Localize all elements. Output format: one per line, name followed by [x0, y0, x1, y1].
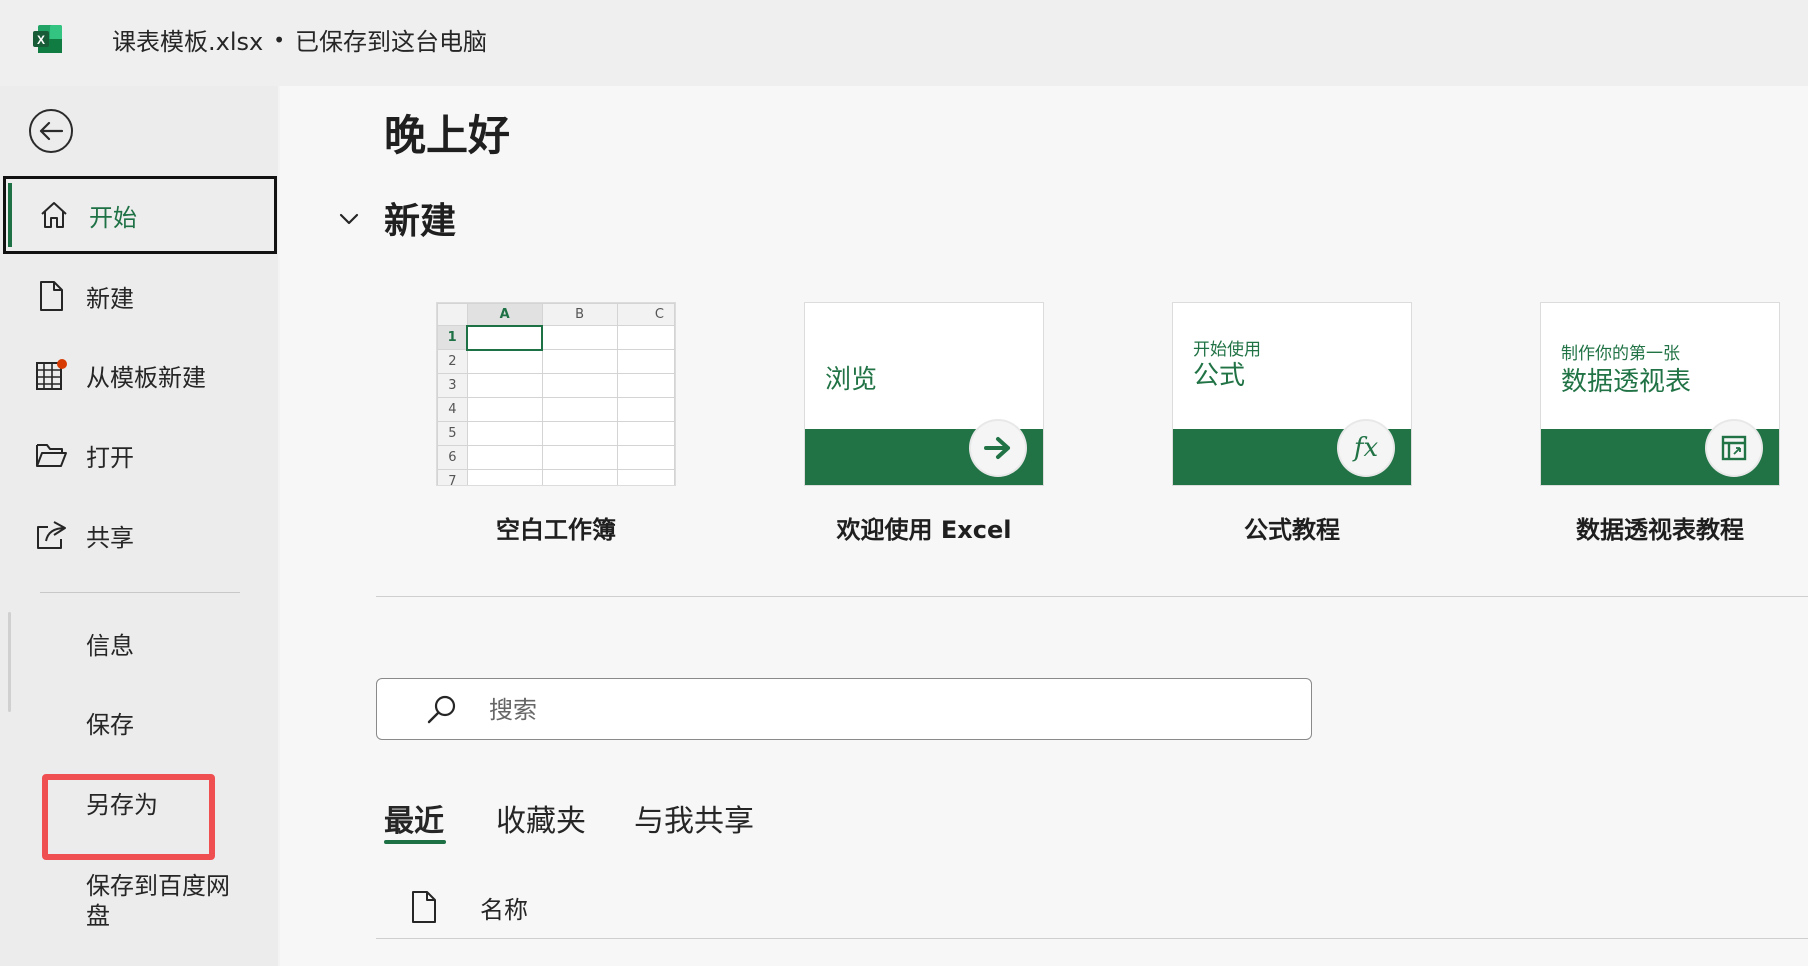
back-arrow-icon: [39, 121, 64, 141]
sidebar-divider: [40, 592, 240, 593]
grid-cell: [466, 373, 543, 398]
sidebar-item-save[interactable]: 保存: [86, 710, 134, 740]
template-thumbnail: 浏览: [804, 302, 1044, 486]
new-document-icon: [34, 279, 68, 313]
sidebar-item-save-to-baidu[interactable]: 保存到百度网盘: [86, 871, 246, 931]
nav-item-share[interactable]: 共享: [0, 496, 278, 574]
row-header: 7: [437, 469, 468, 485]
grid-cell: [541, 445, 618, 470]
grid-cell: [616, 397, 675, 422]
thumbnail-text: 浏览: [825, 365, 878, 395]
grid-cell: [616, 325, 675, 350]
nav-item-label: 开始: [89, 203, 137, 232]
file-type-icon: [412, 891, 436, 923]
fx-icon: fx: [1339, 421, 1393, 475]
grid-cell: [541, 373, 618, 398]
template-caption: 数据透视表教程: [1576, 516, 1744, 544]
excel-logo-icon: X: [33, 25, 62, 53]
template-welcome-excel[interactable]: 浏览 欢迎使用 Excel: [804, 302, 1044, 545]
template-formula-tutorial[interactable]: 开始使用 公式 fx 公式教程: [1172, 302, 1412, 545]
save-status: 已保存到这台电脑: [295, 28, 488, 56]
grid-cell: [616, 373, 675, 398]
back-button[interactable]: [29, 109, 73, 153]
nav-item-label: 共享: [86, 523, 134, 552]
grid-cell: [616, 445, 675, 470]
grid-cell: [541, 421, 618, 446]
nav-item-new[interactable]: 新建: [0, 257, 278, 335]
thumbnail-text: 数据透视表: [1561, 367, 1692, 397]
share-icon: [34, 518, 68, 552]
highlight-annotation: [42, 774, 215, 860]
nav-item-open[interactable]: 打开: [0, 416, 278, 494]
grid-cell: [541, 469, 618, 485]
grid-cell: [541, 397, 618, 422]
grid-corner: [437, 303, 468, 326]
nav-item-label: 打开: [86, 443, 134, 472]
template-thumbnail: A B C 1 2 3 4 5 6 7: [436, 302, 676, 486]
grid-cell: [541, 325, 618, 350]
nav-item-from-template[interactable]: 从模板新建: [0, 336, 278, 414]
nav-item-label: 从模板新建: [86, 363, 206, 392]
pivot-table-icon: [1707, 421, 1761, 475]
main-panel: 晚上好 新建 A B C 1 2 3 4 5 6 7 空白工作簿 浏览 欢迎使用…: [280, 86, 1808, 966]
folder-open-icon: [34, 438, 68, 472]
grid-cell: [466, 397, 543, 422]
row-header: 6: [437, 445, 468, 470]
sidebar-scrollbar[interactable]: [8, 612, 11, 712]
list-header-divider: [376, 938, 1808, 939]
grid-cell: [466, 445, 543, 470]
grid-cell: [466, 324, 544, 351]
grid-cell: [466, 349, 543, 374]
template-blank-workbook[interactable]: A B C 1 2 3 4 5 6 7 空白工作簿: [436, 302, 676, 545]
column-header: C: [616, 303, 675, 326]
home-icon: [37, 198, 71, 232]
row-header: 4: [437, 397, 468, 422]
template-thumbnail: 制作你的第一张 数据透视表: [1540, 302, 1780, 486]
section-title-new: 新建: [384, 201, 457, 242]
nav-item-label: 新建: [86, 284, 134, 313]
column-header: B: [541, 303, 618, 326]
search-input[interactable]: [489, 691, 1269, 729]
sidebar-item-info[interactable]: 信息: [86, 631, 134, 661]
arrow-right-icon: [971, 421, 1025, 475]
column-header-name[interactable]: 名称: [480, 890, 528, 925]
template-caption: 欢迎使用 Excel: [836, 516, 1012, 544]
title-separator: •: [273, 27, 286, 52]
search-icon: [427, 695, 456, 724]
tab-recent[interactable]: 最近: [384, 796, 444, 840]
grid-cell: [541, 349, 618, 374]
column-header: A: [466, 303, 543, 327]
file-name: 课表模板.xlsx: [112, 28, 264, 56]
section-divider: [376, 596, 1808, 597]
template-icon: [34, 358, 68, 392]
chevron-down-icon[interactable]: [336, 206, 362, 232]
tab-favorites[interactable]: 收藏夹: [496, 796, 586, 840]
template-thumbnail: 开始使用 公式 fx: [1172, 302, 1412, 486]
thumbnail-text: 公式: [1193, 361, 1246, 391]
document-title: 课表模板.xlsx • 已保存到这台电脑: [112, 22, 487, 57]
page-title: 晚上好: [384, 111, 511, 160]
nav-item-home[interactable]: 开始: [3, 176, 277, 254]
grid-cell: [616, 349, 675, 374]
template-pivot-tutorial[interactable]: 制作你的第一张 数据透视表 数据透视表教程: [1540, 302, 1780, 545]
blank-grid-preview: A B C 1 2 3 4 5 6 7: [437, 303, 675, 485]
grid-cell: [616, 469, 675, 485]
search-box[interactable]: [376, 678, 1312, 740]
grid-cell: [466, 469, 543, 485]
row-header: 3: [437, 373, 468, 398]
fx-label: fx: [1353, 433, 1379, 463]
grid-cell: [466, 421, 543, 446]
title-bar: X 课表模板.xlsx • 已保存到这台电脑: [0, 0, 1808, 86]
tab-shared-with-me[interactable]: 与我共享: [634, 796, 754, 840]
grid-cell: [616, 421, 675, 446]
row-header: 5: [437, 421, 468, 446]
active-tab-indicator: [384, 840, 446, 844]
svg-text:X: X: [37, 33, 45, 47]
row-header: 1: [437, 325, 468, 350]
template-caption: 公式教程: [1244, 516, 1340, 544]
template-caption: 空白工作簿: [496, 516, 616, 544]
row-header: 2: [437, 349, 468, 374]
backstage-sidebar: 开始 新建 从模板新建 打开 共享 信息 保存 另存为 保存到百度网盘: [0, 86, 278, 966]
